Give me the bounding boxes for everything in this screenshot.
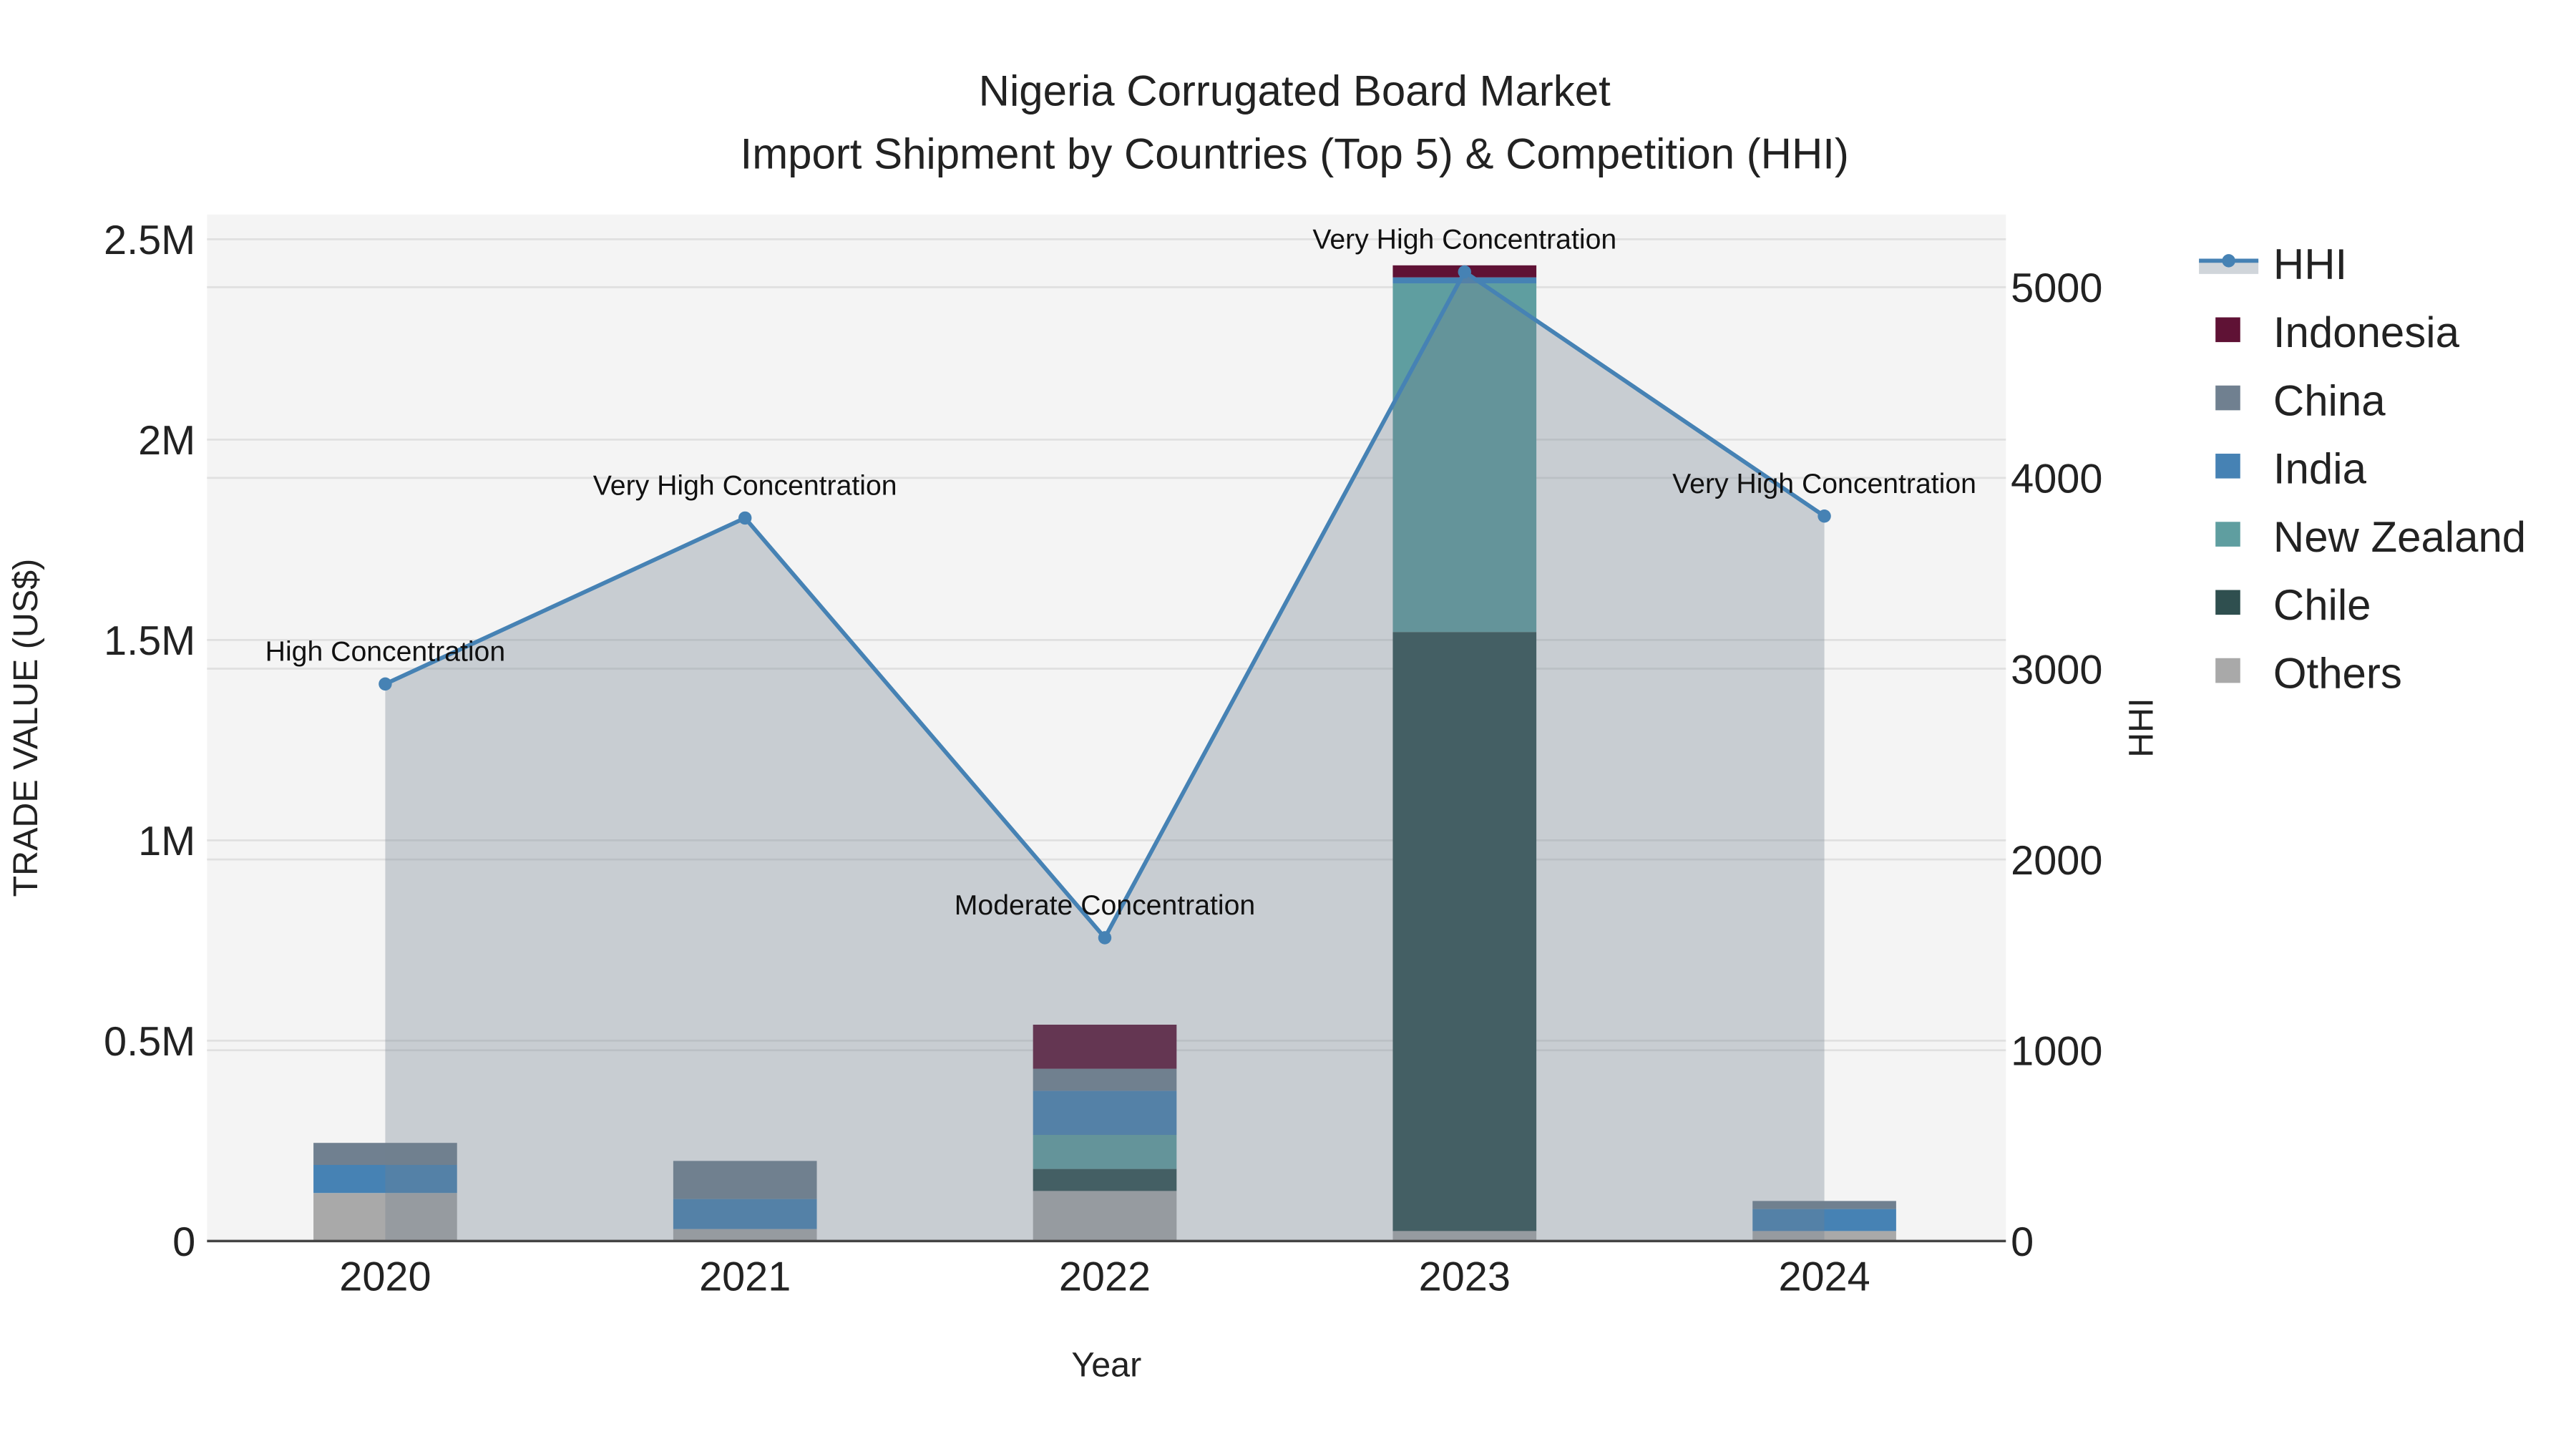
hhi-point-2021 — [738, 511, 752, 525]
legend-label: New Zealand — [2273, 513, 2526, 561]
x-tick-label: 2024 — [1778, 1254, 1870, 1300]
legend-swatch — [2215, 522, 2240, 547]
legend-label: Chile — [2273, 581, 2371, 629]
hhi-annotation: Very High Concentration — [1672, 469, 1976, 499]
x-axis-title: Year — [1071, 1346, 1141, 1385]
x-tick-label: 2022 — [1059, 1254, 1151, 1300]
hhi-annotation: Moderate Concentration — [955, 890, 1255, 921]
hhi-point-2020 — [379, 677, 392, 691]
hhi-annotation: Very High Concentration — [1312, 225, 1616, 255]
legend-swatch — [2215, 454, 2240, 479]
hhi-annotation: Very High Concentration — [593, 471, 897, 502]
x-tick-label: 2020 — [339, 1254, 431, 1300]
hhi-annotation: High Concentration — [265, 637, 505, 668]
y2-tick-label: 0 — [2011, 1219, 2034, 1265]
y-tick-label: 2.5M — [104, 218, 195, 263]
legend-label: HHI — [2273, 240, 2347, 288]
hhi-point-2023 — [1458, 265, 1472, 279]
hhi-point-2022 — [1098, 931, 1112, 945]
legend-label: Others — [2273, 649, 2402, 697]
y-tick-label: 0.5M — [104, 1019, 195, 1065]
y-tick-label: 1M — [138, 819, 195, 864]
y-tick-label: 0 — [172, 1219, 195, 1265]
chart-title: Nigeria Corrugated Board Market — [979, 67, 1611, 115]
y2-tick-label: 1000 — [2011, 1029, 2102, 1075]
legend-swatch — [2215, 385, 2240, 411]
legend-label: Indonesia — [2273, 308, 2460, 356]
y2-tick-label: 2000 — [2011, 838, 2102, 884]
legend-label: India — [2273, 445, 2367, 493]
legend-swatch — [2215, 658, 2240, 683]
y2-tick-label: 3000 — [2011, 647, 2102, 693]
y-tick-label: 1.5M — [104, 618, 195, 664]
y2-axis-title: HHI — [2122, 698, 2161, 757]
legend-swatch — [2215, 317, 2240, 343]
x-tick-label: 2021 — [699, 1254, 791, 1300]
y2-tick-label: 5000 — [2011, 265, 2102, 311]
chart: High Concentration Very High Concentratio… — [1, 0, 2575, 1449]
hhi-point-2024 — [1818, 509, 1831, 523]
y2-tick-label: 4000 — [2011, 457, 2102, 502]
legend-swatch — [2215, 590, 2240, 615]
chart-subtitle: Import Shipment by Countries (Top 5) & C… — [741, 130, 1849, 177]
legend-label: China — [2273, 376, 2386, 424]
y-axis-title: TRADE VALUE (US$) — [6, 559, 45, 897]
x-tick-label: 2023 — [1419, 1254, 1511, 1300]
legend-swatch-hhi-marker — [2222, 254, 2235, 268]
y-tick-label: 2M — [138, 418, 195, 464]
